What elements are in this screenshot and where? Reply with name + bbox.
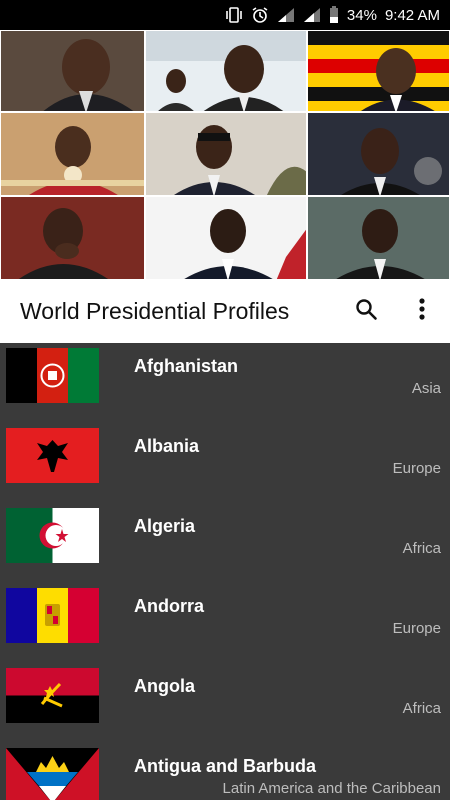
vibrate-icon: [225, 7, 243, 23]
photo-tile: [0, 196, 145, 280]
search-icon: [354, 297, 378, 326]
country-name: Afghanistan: [134, 356, 239, 376]
overflow-menu-button[interactable]: [394, 284, 450, 340]
country-name: Antigua and Barbuda: [134, 756, 317, 776]
country-name: Algeria: [134, 516, 196, 536]
region-label: Africa: [402, 540, 441, 557]
more-vert-icon: [418, 297, 426, 326]
algeria-flag-icon: [6, 508, 99, 563]
list-item[interactable]: Andorra Europe: [0, 583, 450, 663]
header-photo-collage: [0, 30, 450, 280]
country-name: Albania: [134, 436, 200, 456]
photo-tile: [307, 112, 450, 196]
country-name: Andorra: [134, 596, 205, 616]
photo-tile: [307, 30, 450, 112]
list-item[interactable]: Afghanistan Asia: [0, 343, 450, 423]
list-item[interactable]: Albania Europe: [0, 423, 450, 503]
region-label: Asia: [411, 380, 441, 397]
photo-tile: [145, 30, 307, 112]
photo-tile: [145, 112, 307, 196]
albania-flag-icon: [6, 428, 99, 483]
search-button[interactable]: [338, 284, 394, 340]
battery-percent: 34%: [346, 6, 377, 24]
afghanistan-flag-icon: [6, 348, 99, 403]
clock: 9:42 AM: [384, 6, 440, 24]
region-label: Europe: [392, 620, 441, 637]
country-list[interactable]: Afghanistan Asia Albania Europe Algeria …: [0, 343, 450, 800]
list-item[interactable]: Angola Africa: [0, 663, 450, 743]
alarm-icon: [251, 6, 269, 24]
signal-icon-1: [277, 7, 295, 23]
andorra-flag-icon: [6, 588, 99, 643]
list-item[interactable]: Antigua and Barbuda Latin America and th…: [0, 743, 450, 800]
app-bar: World Presidential Profiles: [0, 280, 450, 343]
region-label: Latin America and the Caribbean: [222, 780, 441, 797]
battery-icon: [329, 6, 339, 24]
photo-tile: [0, 30, 145, 112]
photo-tile: [307, 196, 450, 280]
region-label: Europe: [392, 460, 441, 477]
list-item[interactable]: Algeria Africa: [0, 503, 450, 583]
signal-icon-2: [303, 7, 321, 23]
antigua-and-barbuda-flag-icon: [6, 748, 99, 800]
photo-tile: [0, 112, 145, 196]
photo-tile: [145, 196, 307, 280]
app-title: World Presidential Profiles: [20, 298, 290, 324]
region-label: Africa: [402, 700, 441, 717]
angola-flag-icon: [6, 668, 99, 723]
country-name: Angola: [134, 676, 195, 696]
status-bar: 34% 9:42 AM: [0, 0, 450, 30]
